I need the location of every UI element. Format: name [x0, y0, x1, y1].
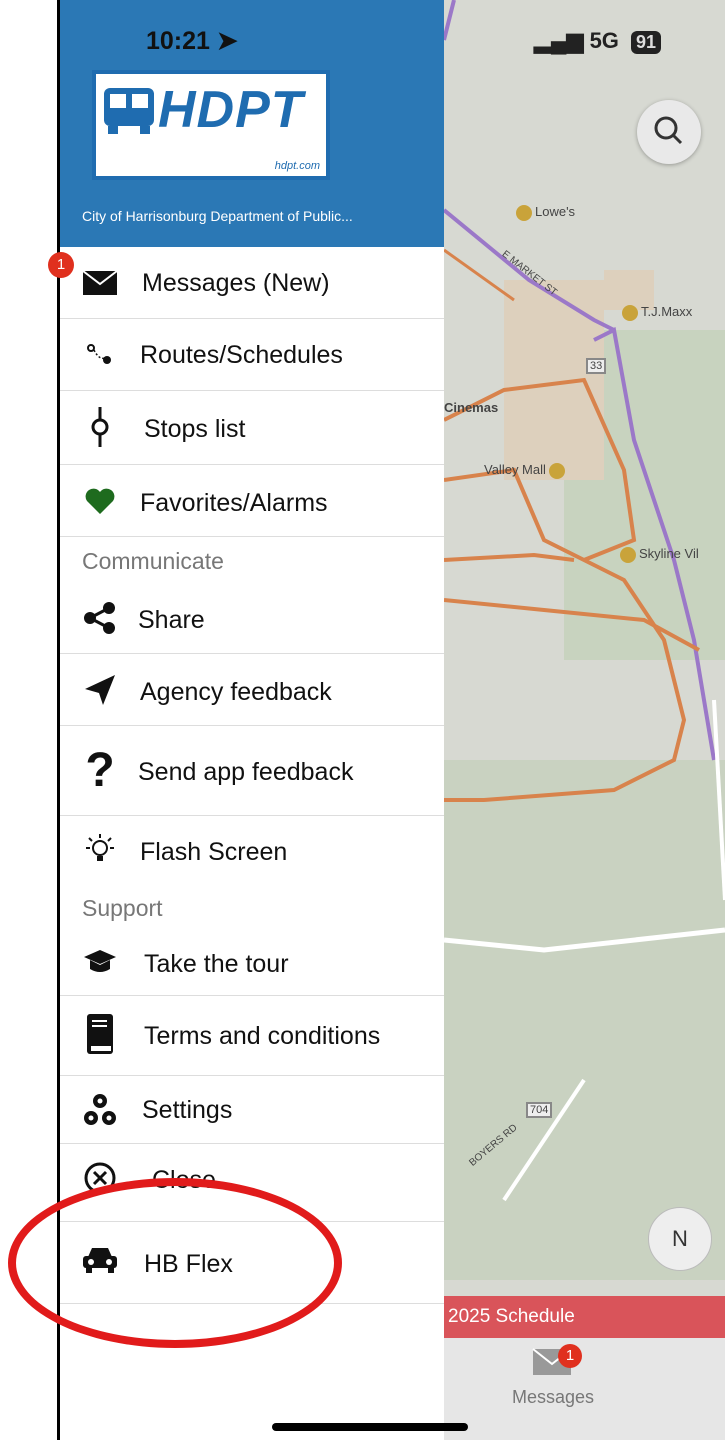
schedule-banner[interactable]: 2025 Schedule	[444, 1296, 725, 1338]
poi-skyline[interactable]: Skyline Vil	[620, 546, 699, 563]
menu-item-label: Stops list	[144, 415, 246, 443]
menu-item-label: Share	[138, 606, 205, 634]
highlight-annotation	[8, 1178, 342, 1348]
menu-item-agency-feedback[interactable]: Agency feedback	[60, 654, 444, 726]
logo-text: HDPT	[158, 81, 304, 139]
menu-item-take-tour[interactable]: Take the tour	[60, 928, 444, 996]
compass-button[interactable]: N	[648, 1207, 712, 1271]
cogs-icon	[80, 1090, 120, 1130]
agency-logo: HDPT hdpt.com	[92, 70, 330, 180]
home-indicator[interactable]	[272, 1423, 468, 1431]
tab-messages[interactable]: 1 Messages	[512, 1344, 595, 1408]
menu-item-label: Flash Screen	[140, 838, 288, 866]
agency-name: City of Harrisonburg Department of Publi…	[82, 208, 353, 224]
poi-valley-mall[interactable]: Valley Mall	[484, 462, 568, 479]
route-shield-704: 704	[526, 1102, 553, 1118]
drawer-header: 10:21 ➤ HDPT hdpt.com City of Harrisonbu…	[60, 0, 444, 247]
menu-item-favorites[interactable]: Favorites/Alarms	[60, 465, 444, 537]
menu-item-label: Send app feedback	[138, 758, 354, 786]
book-icon	[80, 1014, 120, 1054]
paper-plane-icon	[80, 670, 120, 710]
section-header-communicate: Communicate	[82, 548, 224, 574]
menu-item-label: Settings	[142, 1096, 233, 1124]
menu-item-messages[interactable]: Messages (New)	[60, 247, 444, 319]
signal-icon: ▂▄▆	[534, 28, 584, 53]
menu-item-label: Messages (New)	[142, 269, 330, 297]
tab-messages-label: Messages	[512, 1387, 595, 1407]
poi-tjmaxx[interactable]: T.J.Maxx	[622, 304, 692, 321]
menu-item-share[interactable]: Share	[60, 582, 444, 654]
search-icon	[654, 116, 683, 145]
graduation-cap-icon	[80, 942, 120, 982]
menu-item-label: Terms and conditions	[144, 1022, 381, 1050]
messages-badge: 1	[48, 252, 74, 278]
menu-item-flash-screen[interactable]: Flash Screen	[60, 816, 444, 888]
stop-icon	[80, 407, 120, 447]
battery-icon: 91	[631, 31, 662, 54]
menu-item-routes[interactable]: Routes/Schedules	[60, 319, 444, 391]
poi-lowes[interactable]: Lowe's	[516, 204, 575, 221]
status-bar-right: ▂▄▆ 5G 91	[534, 28, 662, 54]
poi-cinemas[interactable]: Cinemas	[444, 400, 498, 415]
heart-icon	[80, 481, 120, 521]
menu-item-settings[interactable]: Settings	[60, 1076, 444, 1144]
menu-item-label: Routes/Schedules	[140, 341, 343, 369]
bus-icon	[104, 88, 154, 134]
menu-item-label: Take the tour	[144, 950, 289, 978]
section-header-support: Support	[82, 895, 163, 921]
envelope-icon	[80, 263, 120, 303]
menu-item-app-feedback[interactable]: ? Send app feedback	[60, 726, 444, 816]
tab-bar: 1 Messages	[444, 1338, 725, 1440]
map-search-button[interactable]	[637, 100, 701, 164]
logo-url: hdpt.com	[274, 160, 320, 172]
menu-item-label: Favorites/Alarms	[140, 489, 328, 517]
lightbulb-icon	[80, 830, 120, 870]
menu-item-stops[interactable]: Stops list	[60, 391, 444, 465]
menu-item-terms[interactable]: Terms and conditions	[60, 996, 444, 1076]
route-shield-33: 33	[586, 358, 607, 374]
route-icon	[80, 335, 120, 375]
tab-messages-badge: 1	[558, 1344, 582, 1368]
question-icon: ?	[85, 743, 115, 797]
share-icon	[80, 598, 120, 638]
menu-item-label: Agency feedback	[140, 678, 332, 706]
status-time: 10:21 ➤	[146, 27, 238, 55]
